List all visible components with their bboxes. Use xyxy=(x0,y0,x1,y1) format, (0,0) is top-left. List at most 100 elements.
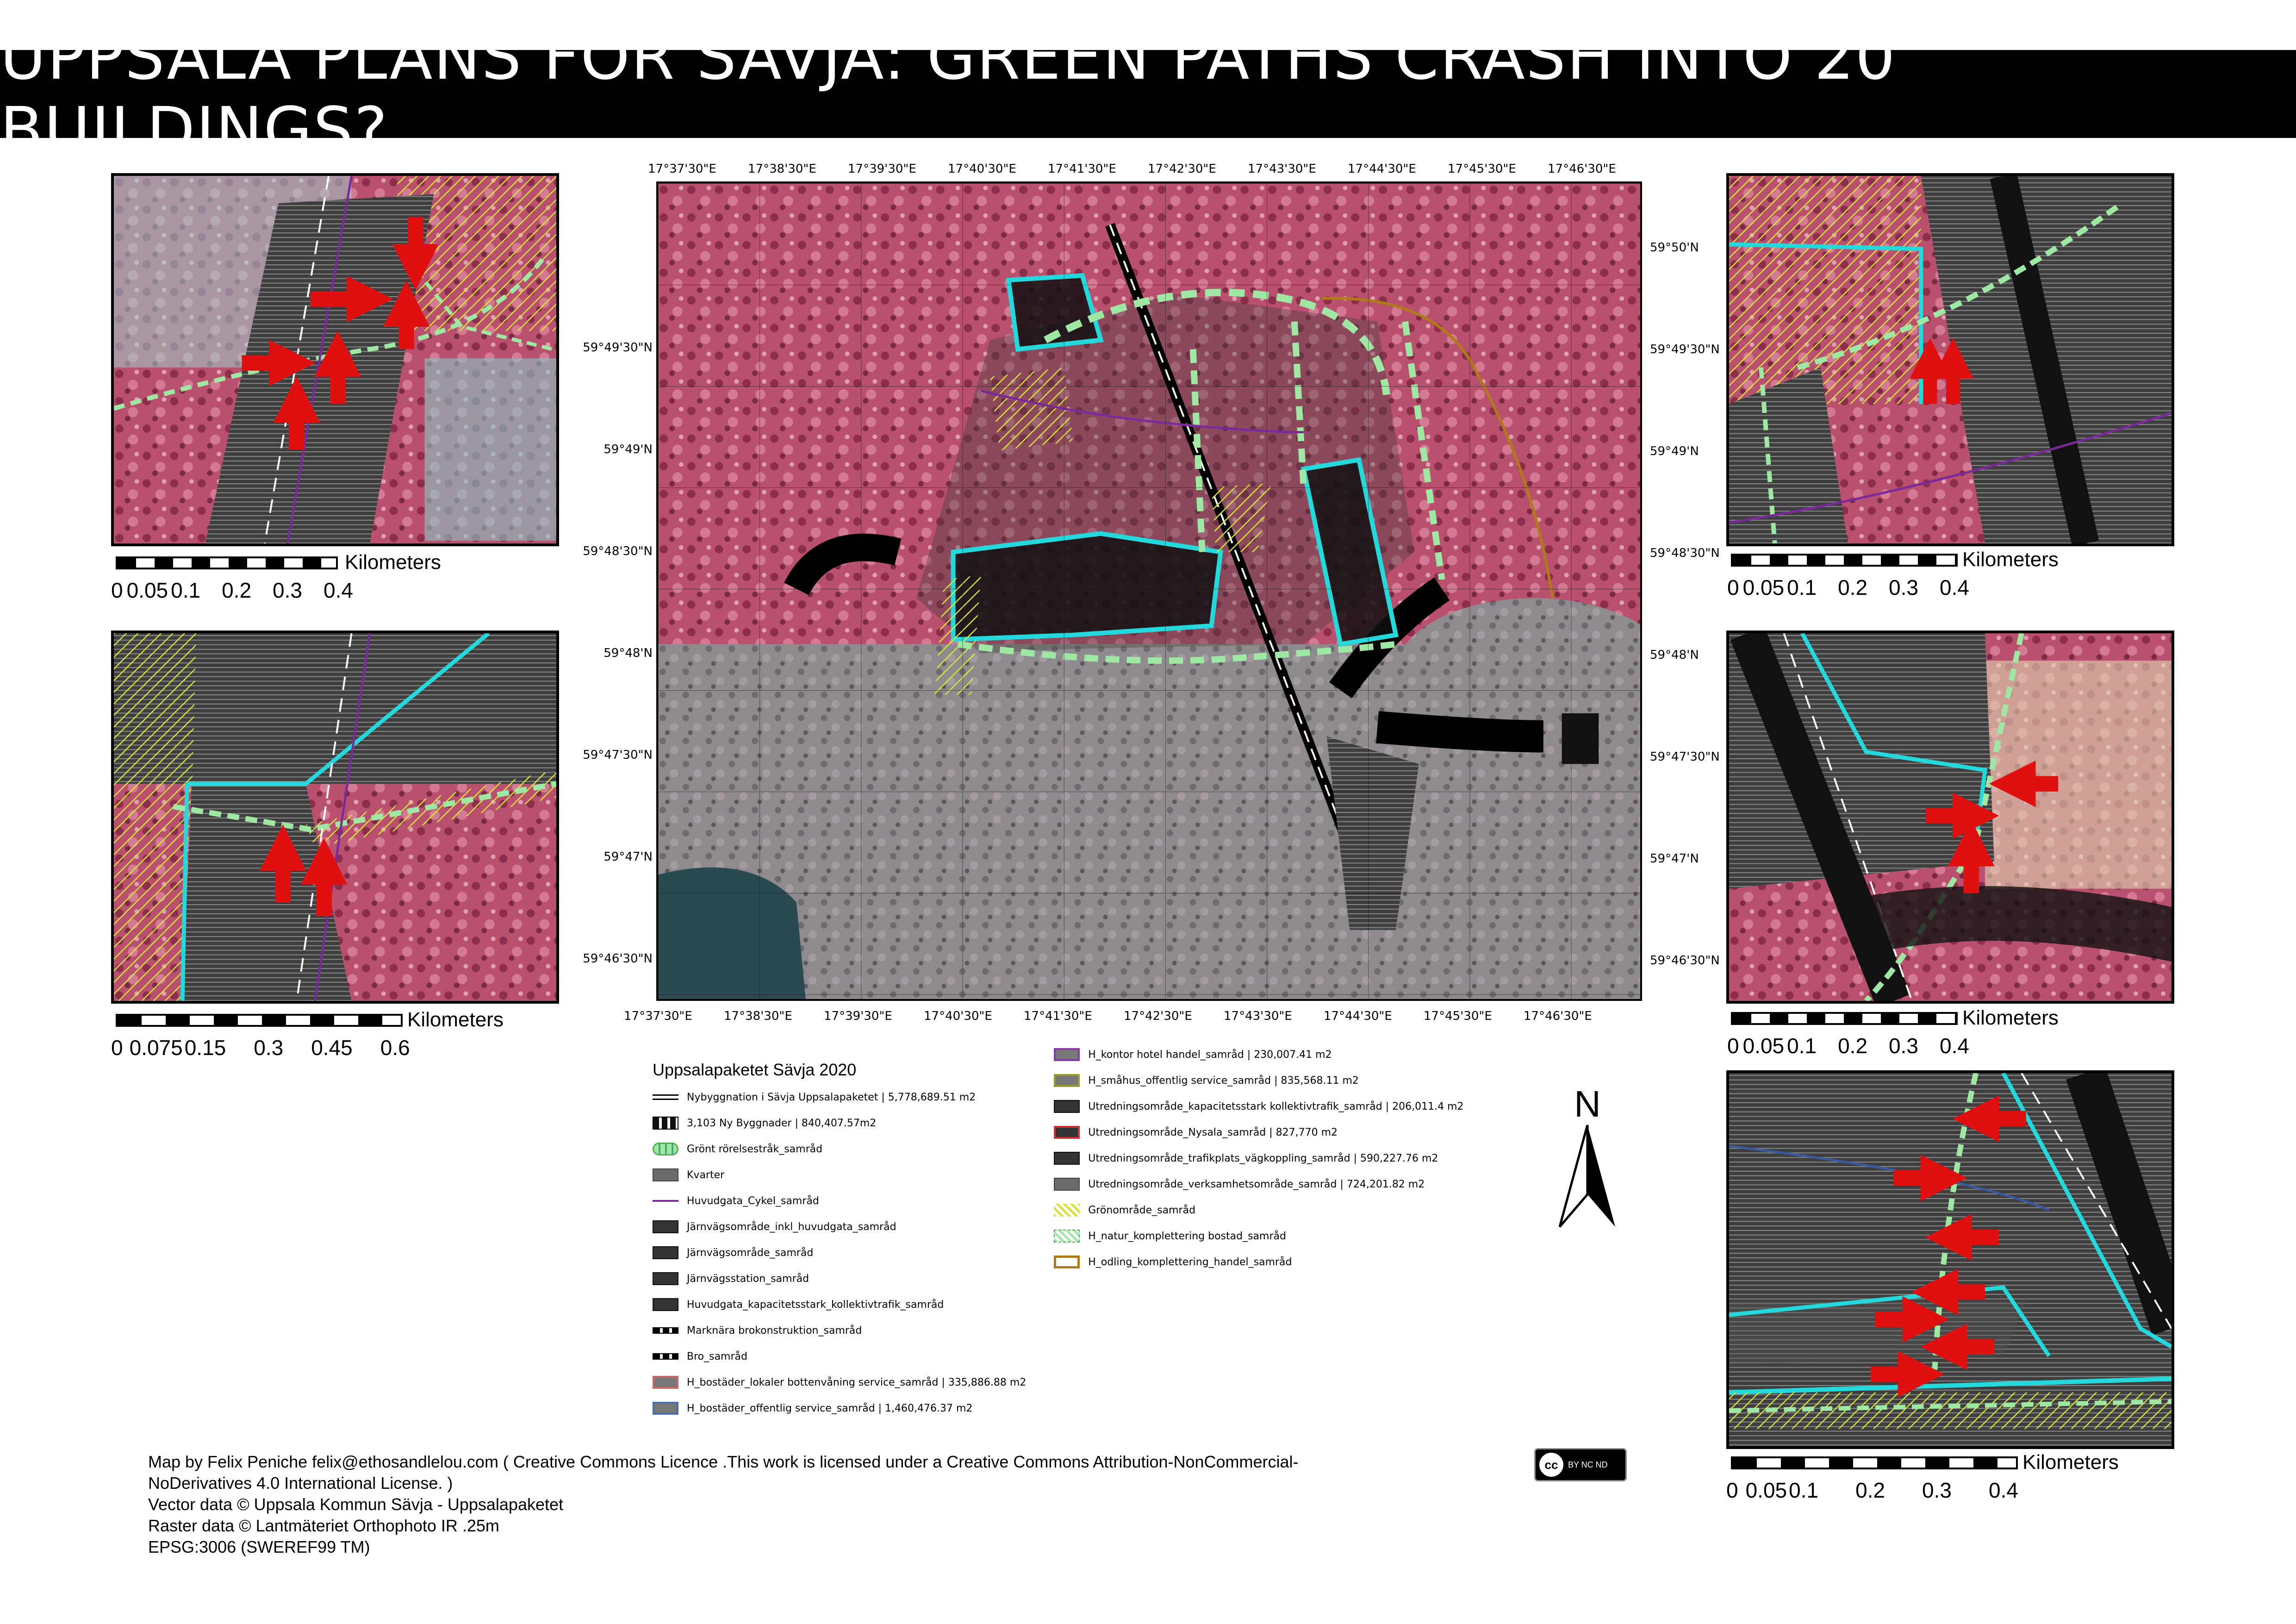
legend-label: H_bostäder_offentlig service_samråd | 1,… xyxy=(687,1402,973,1414)
legend-symbol xyxy=(1054,1152,1080,1165)
inset-imagery xyxy=(1729,633,2172,1001)
inset-map-mid-right[interactable] xyxy=(1726,631,2174,1004)
legend-label: H_natur_komplettering bostad_samråd xyxy=(1088,1230,1286,1242)
legend-label: Grönt rörelsestråk_samråd xyxy=(687,1143,823,1155)
left-latitude-labels: 59°49'30"N 59°49'N 59°48'30"N 59°48'N 59… xyxy=(583,341,653,966)
legend-symbol xyxy=(1054,1178,1080,1191)
inset-map-top-right[interactable] xyxy=(1726,173,2174,546)
inset-imagery xyxy=(1729,1073,2172,1446)
cc-icon: cc xyxy=(1539,1453,1563,1477)
legend-symbol xyxy=(653,1327,678,1334)
legend-label: Grönområde_samråd xyxy=(1088,1204,1196,1216)
legend-symbol xyxy=(653,1143,678,1156)
scale-unit-mid-left: Kilometers xyxy=(407,1008,504,1031)
inset-map-bottom-right[interactable] xyxy=(1726,1070,2174,1449)
credits-line: Map by Felix Peniche felix@ethosandlelou… xyxy=(148,1452,1299,1471)
legend-label: Huvudgata_Cykel_samråd xyxy=(687,1195,819,1207)
credits-line: Vector data © Uppsala Kommun Sävja - Upp… xyxy=(148,1495,564,1514)
legend-item: H_natur_komplettering bostad_samråd xyxy=(1054,1223,1463,1249)
scale-ticks-mid-right: 0 0.05 0.1 0.2 0.3 0.4 xyxy=(1727,1034,1969,1058)
main-map[interactable] xyxy=(656,181,1642,1001)
title-bar: UPPSALA PLANS FOR SÄVJA: GREEN PATHS CRA… xyxy=(0,21,2296,167)
scale-unit-top-right: Kilometers xyxy=(1962,548,2059,571)
scalebar-mid-left xyxy=(116,1014,403,1027)
legend-label: Järnvägsområde_samråd xyxy=(687,1247,814,1259)
scale-ticks-mid-left: 0 0.0750.15 0.3 0.45 0.6 xyxy=(111,1036,410,1060)
legend-item: Utredningsområde_trafikplats_vägkoppling… xyxy=(1054,1145,1463,1171)
legend-label: Järnvägsstation_samråd xyxy=(687,1273,809,1285)
legend-label: H_småhus_offentlig service_samråd | 835,… xyxy=(1088,1074,1359,1087)
scale-unit-bottom-right: Kilometers xyxy=(2022,1451,2119,1474)
top-longitude-labels: 17°37'30"E 17°38'30"E 17°39'30"E 17°40'3… xyxy=(648,162,1616,176)
legend-label: Utredningsområde_Nysala_samråd | 827,770… xyxy=(1088,1126,1338,1138)
legend-item: H_kontor hotel handel_samråd | 230,007.4… xyxy=(1054,1042,1463,1068)
inset-imagery xyxy=(114,176,556,543)
legend-symbol xyxy=(653,1200,678,1202)
legend-symbol xyxy=(1054,1048,1080,1061)
legend-label: Huvudgata_kapacitetsstark_kollektivtrafi… xyxy=(687,1299,944,1311)
main-map-imagery xyxy=(658,183,1640,999)
legend-symbol xyxy=(653,1353,678,1360)
legend-symbol xyxy=(1054,1126,1080,1139)
cc-terms: BY NC ND xyxy=(1568,1460,1608,1469)
legend-label: Utredningsområde_trafikplats_vägkoppling… xyxy=(1088,1152,1438,1164)
legend-item: Utredningsområde_kapacitetsstark kollekt… xyxy=(1054,1093,1464,1119)
scale-unit-mid-right: Kilometers xyxy=(1962,1006,2059,1029)
credits-line: Raster data © Lantmäteriet Orthophoto IR… xyxy=(148,1516,499,1535)
legend-item: Utredningsområde_verksamhetsområde_samrå… xyxy=(1054,1171,1463,1197)
legend-label: Järnvägsområde_inkl_huvudgata_samråd xyxy=(687,1221,896,1233)
legend-item: H_odling_komplettering_handel_samråd xyxy=(1054,1249,1463,1275)
legend-item: Utredningsområde_Nysala_samråd | 827,770… xyxy=(1054,1119,1463,1145)
legend-item: Järnvägsstation_samråd xyxy=(653,1266,1026,1292)
legend-item: H_bostäder_lokaler bottenvåning service_… xyxy=(653,1369,1026,1395)
legend-label: Kvarter xyxy=(687,1169,725,1181)
legend: Uppsalapaketet Sävja 2020 Nybyggnation i… xyxy=(653,1048,1486,1430)
inset-map-mid-left[interactable] xyxy=(111,631,559,1004)
scale-ticks-top-left: 0 0.05 0.1 0.2 0.3 0.4 xyxy=(111,578,353,602)
legend-label: Utredningsområde_kapacitetsstark kollekt… xyxy=(1088,1100,1464,1112)
scalebar-mid-right xyxy=(1731,1012,1958,1025)
credits: Map by Felix Peniche felix@ethosandlelou… xyxy=(148,1451,1490,1558)
legend-symbol xyxy=(653,1402,678,1415)
legend-symbol xyxy=(653,1272,678,1285)
legend-symbol xyxy=(653,1168,678,1181)
legend-symbol xyxy=(653,1220,678,1233)
legend-item: H_småhus_offentlig service_samråd | 835,… xyxy=(1054,1068,1463,1093)
legend-column-1: Nybyggnation i Sävja Uppsalapaketet | 5,… xyxy=(653,1084,1026,1421)
legend-symbol xyxy=(1054,1074,1080,1087)
legend-item: 3,103 Ny Byggnader | 840,407.57m2 xyxy=(653,1110,1026,1136)
inset-map-top-left[interactable] xyxy=(111,173,559,546)
scalebar-top-right xyxy=(1731,554,1958,567)
legend-symbol xyxy=(653,1298,678,1311)
legend-label: H_kontor hotel handel_samråd | 230,007.4… xyxy=(1088,1049,1332,1061)
legend-label: Marknära brokonstruktion_samråd xyxy=(687,1324,862,1337)
legend-item: Kvarter xyxy=(653,1162,1026,1188)
legend-column-2: H_kontor hotel handel_samråd | 230,007.4… xyxy=(1054,1042,1464,1421)
legend-item: Grönområde_samråd xyxy=(1054,1197,1463,1223)
legend-symbol xyxy=(653,1376,678,1389)
inset-imagery xyxy=(1729,176,2172,543)
scale-ticks-top-right: 0 0.05 0.1 0.2 0.3 0.4 xyxy=(1727,575,1969,600)
north-arrow: N xyxy=(1555,1083,1620,1231)
legend-item: Huvudgata_kapacitetsstark_kollektivtrafi… xyxy=(653,1292,1026,1318)
credits-line: EPSG:3006 (SWEREF99 TM) xyxy=(148,1537,370,1556)
legend-label: Bro_samråd xyxy=(687,1350,747,1362)
legend-item: Grönt rörelsestråk_samråd xyxy=(653,1136,1026,1162)
legend-symbol xyxy=(1054,1204,1080,1217)
legend-symbol xyxy=(653,1094,678,1100)
north-label: N xyxy=(1574,1083,1601,1124)
scalebar-top-left xyxy=(116,556,338,569)
legend-item: Nybyggnation i Sävja Uppsalapaketet | 5,… xyxy=(653,1084,1026,1110)
legend-item: H_bostäder_offentlig service_samråd | 1,… xyxy=(653,1395,1026,1421)
legend-item: Bro_samråd xyxy=(653,1343,1026,1369)
legend-label: Nybyggnation i Sävja Uppsalapaketet | 5,… xyxy=(687,1091,976,1103)
legend-symbol xyxy=(653,1117,678,1130)
legend-symbol xyxy=(1054,1230,1080,1243)
legend-label: Utredningsområde_verksamhetsområde_samrå… xyxy=(1088,1178,1425,1190)
north-arrow-icon xyxy=(1558,1124,1615,1228)
page-title: UPPSALA PLANS FOR SÄVJA: GREEN PATHS CRA… xyxy=(0,21,1896,167)
bottom-longitude-labels: 17°37'30"E 17°38'30"E 17°39'30"E 17°40'3… xyxy=(624,1009,1592,1023)
cc-license-badge[interactable]: cc BY NC ND xyxy=(1534,1448,1627,1481)
legend-item: Järnvägsområde_samråd xyxy=(653,1240,1026,1266)
legend-item: Huvudgata_Cykel_samråd xyxy=(653,1188,1026,1214)
